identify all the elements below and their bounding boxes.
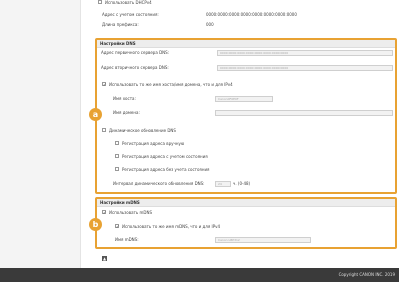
dns-interval-input[interactable]: 24 bbox=[215, 181, 231, 187]
use-mdns-checkbox[interactable]: ✓ bbox=[102, 210, 106, 215]
page-top-icon[interactable]: ▲ bbox=[102, 256, 107, 261]
primary-dns-label: Адрес первичного сервера DNS: bbox=[101, 50, 170, 55]
dhcpv4-checkbox[interactable] bbox=[98, 0, 102, 4]
domain-name-label: Имя домена: bbox=[113, 110, 140, 115]
same-hostname-checkbox[interactable]: ✓ bbox=[102, 82, 106, 87]
dns-interval-unit: ч. (0-48) bbox=[233, 181, 251, 186]
hostname-input[interactable]: Canon0F0E0F bbox=[215, 96, 273, 102]
same-mdns-name-label: Использовать то же имя mDNS, что и для I… bbox=[122, 224, 221, 229]
dynamic-dns-label: Динамическое обновление DNS bbox=[109, 128, 176, 133]
dns-settings-section: Настройки DNS Адрес первичного сервера D… bbox=[95, 38, 397, 194]
dns-settings-title: Настройки DNS bbox=[100, 41, 136, 46]
dns-interval-label: Интервал динамического обновления DNS: bbox=[113, 181, 205, 186]
use-mdns-label: Использовать mDNS bbox=[109, 210, 153, 215]
primary-dns-input[interactable]: 0000:0000:0000:0000:0000:0000:0000:0000 bbox=[217, 50, 393, 56]
dhcpv4-label: Использовать DHCPv4 bbox=[105, 0, 152, 5]
mdns-settings-header: Настройки mDNS bbox=[97, 199, 395, 207]
stateful-address-value: 0000:0000:0000:0000:0000:0000:0000:0000 bbox=[206, 12, 297, 17]
prefix-length-label: Длина префикса: bbox=[102, 22, 139, 27]
domain-name-input[interactable] bbox=[215, 110, 393, 116]
register-stateless-label: Регистрация адреса без учета состояния bbox=[122, 167, 210, 172]
footer: Copyright CANON INC. 2019 bbox=[0, 268, 399, 282]
register-manual-label: Регистрация адреса вручную bbox=[122, 141, 185, 146]
callout-badge-b: b bbox=[89, 218, 102, 231]
prefix-length-value: 000 bbox=[206, 22, 214, 27]
mdns-name-input[interactable]: Canon LBP312 bbox=[215, 237, 311, 243]
callout-badge-a: a bbox=[89, 108, 102, 121]
hostname-label: Имя хоста: bbox=[113, 96, 136, 101]
mdns-settings-title: Настройки mDNS bbox=[100, 200, 140, 205]
copyright-text: Copyright CANON INC. 2019 bbox=[338, 272, 395, 277]
dynamic-dns-checkbox[interactable] bbox=[102, 128, 106, 132]
dns-settings-header: Настройки DNS bbox=[97, 40, 395, 48]
mdns-name-label: Имя mDNS: bbox=[115, 237, 139, 242]
secondary-dns-label: Адрес вторичного сервера DNS: bbox=[101, 65, 169, 70]
mdns-settings-section: Настройки mDNS ✓ Использовать mDNS ✓ Исп… bbox=[95, 197, 397, 249]
register-stateful-checkbox[interactable] bbox=[115, 154, 119, 158]
register-stateless-checkbox[interactable] bbox=[115, 167, 119, 171]
secondary-dns-input[interactable]: 0000:0000:0000:0000:0000:0000:0000:0000 bbox=[217, 65, 393, 71]
stateful-address-label: Адрес с учетом состояния: bbox=[102, 12, 159, 17]
register-stateful-label: Регистрация адреса с учетом состояния bbox=[122, 154, 208, 159]
sidebar bbox=[0, 0, 81, 268]
same-mdns-name-checkbox[interactable]: ✓ bbox=[115, 224, 119, 229]
settings-content: Использовать DHCPv4 Адрес с учетом состо… bbox=[88, 0, 399, 268]
same-hostname-label: Использовать то же имя хоста/имя домена,… bbox=[109, 82, 233, 87]
register-manual-checkbox[interactable] bbox=[115, 141, 119, 145]
